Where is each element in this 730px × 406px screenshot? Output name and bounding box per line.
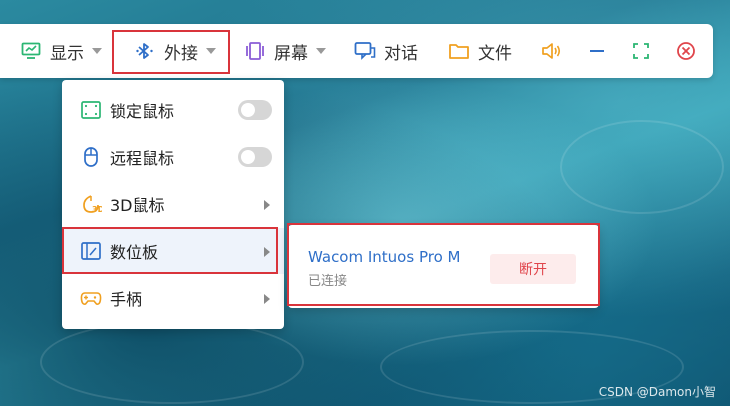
menu-item-label: 数位板 [110,243,159,262]
minimize-icon [586,40,608,62]
chevron-down-icon [206,48,216,54]
gamepad-icon [78,285,104,311]
background-wave [40,320,304,404]
chat-icon [354,40,376,62]
fullscreen-button[interactable] [630,24,652,78]
fullscreen-icon [630,40,652,62]
monitor-icon [20,40,42,62]
tablet-submenu: Wacom Intuos Pro M 已连接 断开 [288,225,599,308]
volume-button[interactable] [540,24,562,78]
tablet-icon [78,238,104,264]
menu-item-remote-mouse[interactable]: 远程鼠标 [62,134,284,180]
external-label: 外接 [164,43,198,64]
menu-item-gamepad[interactable]: 手柄 [62,275,284,321]
folder-icon [448,40,470,62]
screen-label: 屏幕 [274,43,308,64]
background-wave [560,120,724,214]
watermark: CSDN @Damon小智 [598,385,716,399]
3d-mouse-icon: 3D [78,191,104,217]
chevron-down-icon [92,48,102,54]
file-label: 文件 [478,43,512,64]
chevron-right-icon [264,247,270,257]
display-label: 显示 [50,43,84,64]
chevron-down-icon [316,48,326,54]
chevron-right-icon [264,294,270,304]
menu-item-label: 远程鼠标 [110,149,175,168]
remote-mouse-toggle[interactable] [238,147,272,167]
bluetooth-icon [134,40,156,62]
chevron-right-icon [264,200,270,210]
close-icon [675,40,697,62]
chat-button[interactable]: 对话 [354,24,418,78]
volume-icon [540,40,562,62]
device-name: Wacom Intuos Pro M [308,248,461,266]
mouse-icon [78,144,104,170]
menu-item-lock-mouse[interactable]: 锁定鼠标 [62,87,284,133]
chat-label: 对话 [384,43,418,64]
svg-text:3D: 3D [92,205,102,214]
screen-icon [244,40,266,62]
screen-menu-button[interactable]: 屏幕 [244,24,326,78]
close-button[interactable] [675,24,697,78]
minimize-button[interactable] [586,24,608,78]
menu-item-label: 锁定鼠标 [110,102,175,121]
external-menu-button[interactable]: 外接 [134,24,216,78]
disconnect-button[interactable]: 断开 [490,254,576,284]
menu-item-label: 3D鼠标 [110,196,165,215]
menu-item-tablet[interactable]: 数位板 [62,228,284,274]
display-menu-button[interactable]: 显示 [20,24,102,78]
external-dropdown-menu: 锁定鼠标 远程鼠标 3D 3D鼠标 数位板 手柄 [62,80,284,329]
menu-item-label: 手柄 [110,290,143,309]
file-button[interactable]: 文件 [448,24,512,78]
menu-item-3d-mouse[interactable]: 3D 3D鼠标 [62,181,284,227]
lock-mouse-icon [78,97,104,123]
device-status: 已连接 [308,274,348,289]
lock-mouse-toggle[interactable] [238,100,272,120]
toolbar: 显示 外接 屏幕 对话 文件 [0,24,713,78]
